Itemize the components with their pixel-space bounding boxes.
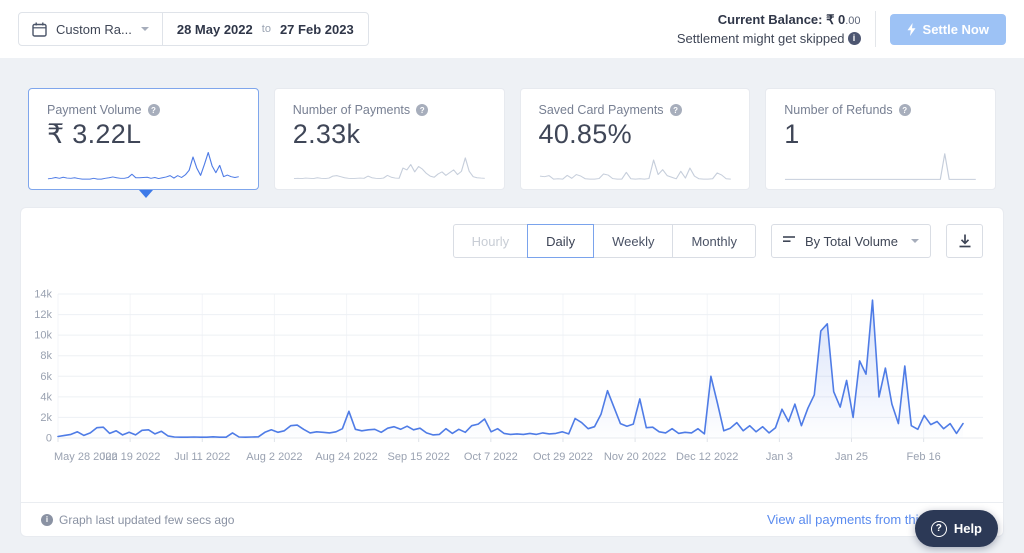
settlement-note-text: Settlement might get skipped xyxy=(676,31,845,46)
tab-hourly[interactable]: Hourly xyxy=(452,224,529,258)
card-title: Number of Refunds xyxy=(784,103,893,117)
svg-text:6k: 6k xyxy=(40,371,52,383)
graph-updated-status: i Graph last updated few secs ago xyxy=(41,513,234,527)
date-separator: to xyxy=(261,23,271,35)
svg-text:Feb 16: Feb 16 xyxy=(907,451,941,463)
svg-text:0: 0 xyxy=(46,433,52,445)
granularity-tabs: Hourly Daily Weekly Monthly xyxy=(452,224,756,258)
balance-text: Current Balance: ₹ 0.00 Settlement might… xyxy=(677,11,861,47)
settle-now-button[interactable]: Settle Now xyxy=(889,13,1006,45)
sparkline xyxy=(47,151,239,180)
download-button[interactable] xyxy=(946,224,983,258)
svg-text:Nov 20 2022: Nov 20 2022 xyxy=(604,451,666,463)
svg-text:10k: 10k xyxy=(34,330,52,342)
settlement-note: Settlement might get skipped i xyxy=(677,30,861,47)
card-title: Number of Payments xyxy=(292,103,411,117)
help-label: Help xyxy=(953,521,982,536)
question-icon: ? xyxy=(930,520,947,537)
divider xyxy=(874,11,876,47)
svg-text:14k: 14k xyxy=(34,289,52,301)
date-range-picker[interactable]: Custom Ra... 28 May 2022 to 27 Feb 2023 xyxy=(18,12,369,46)
balance-area: Current Balance: ₹ 0.00 Settlement might… xyxy=(677,11,1006,47)
balance-decimals: .00 xyxy=(845,15,861,27)
help-icon[interactable]: ? xyxy=(669,104,682,116)
info-icon: i xyxy=(41,513,53,526)
date-preset-label: Custom Ra... xyxy=(56,21,132,37)
svg-text:Oct 29 2022: Oct 29 2022 xyxy=(533,451,593,463)
settle-now-label: Settle Now xyxy=(922,21,989,37)
download-icon xyxy=(959,234,970,248)
help-button[interactable]: ? Help xyxy=(914,510,998,547)
date-start: 28 May 2022 xyxy=(176,21,253,37)
sort-dropdown[interactable]: By Total Volume xyxy=(771,224,931,258)
sparkline xyxy=(293,157,485,180)
topbar: Custom Ra... 28 May 2022 to 27 Feb 2023 … xyxy=(0,0,1024,58)
chart-panel: Hourly Daily Weekly Monthly By Total Vol… xyxy=(20,207,1004,537)
main-chart[interactable]: May 28 2022 Jun 19 2022 Jul 11 2022 Aug 2 2… xyxy=(21,288,1003,476)
tab-monthly[interactable]: Monthly xyxy=(672,224,756,258)
balance-amount: ₹ 0 xyxy=(826,12,846,27)
card-title: Saved Card Payments xyxy=(538,103,664,117)
active-card-caret xyxy=(139,190,153,198)
graph-updated-text: Graph last updated few secs ago xyxy=(59,512,235,527)
svg-text:Jan 25: Jan 25 xyxy=(835,451,868,463)
sort-dropdown-label: By Total Volume xyxy=(805,233,898,249)
bolt-icon xyxy=(907,22,916,36)
svg-text:Dec 12 2022: Dec 12 2022 xyxy=(676,451,738,463)
view-all-payments-link[interactable]: View all payments from this xyxy=(767,512,925,527)
svg-text:12k: 12k xyxy=(34,309,52,321)
tab-daily[interactable]: Daily xyxy=(527,224,595,258)
card-number-of-refunds[interactable]: Number of Refunds ? 1 xyxy=(765,88,996,190)
card-value: 2.33k xyxy=(292,119,361,149)
help-icon[interactable]: ? xyxy=(898,104,911,116)
date-end: 27 Feb 2023 xyxy=(279,21,354,37)
svg-text:2k: 2k xyxy=(40,412,52,424)
svg-text:Aug 2 2022: Aug 2 2022 xyxy=(246,451,302,463)
info-icon[interactable]: i xyxy=(847,32,861,45)
svg-text:Aug 24 2022: Aug 24 2022 xyxy=(315,451,377,463)
card-value: 40.85% xyxy=(538,119,632,149)
calendar-icon xyxy=(32,22,47,37)
svg-text:Jul 11 2022: Jul 11 2022 xyxy=(174,451,230,463)
svg-text:8k: 8k xyxy=(40,350,52,362)
date-preset-selector[interactable]: Custom Ra... xyxy=(19,13,162,45)
chevron-down-icon xyxy=(140,27,149,31)
svg-text:Jun 19 2022: Jun 19 2022 xyxy=(100,451,161,463)
current-balance: Current Balance: ₹ 0.00 xyxy=(677,11,861,30)
panel-footer: i Graph last updated few secs ago View a… xyxy=(21,502,1003,536)
sparkline xyxy=(785,153,977,180)
help-icon[interactable]: ? xyxy=(416,104,429,116)
tab-weekly[interactable]: Weekly xyxy=(593,224,674,258)
stat-cards-row: Payment Volume ? ₹ 3.22L Number of Payme… xyxy=(0,88,1024,198)
card-value: 1 xyxy=(784,119,800,149)
chart-controls: Hourly Daily Weekly Monthly By Total Vol… xyxy=(21,208,1003,258)
card-saved-card-payments[interactable]: Saved Card Payments ? 40.85% xyxy=(519,88,751,190)
svg-text:Jan 3: Jan 3 xyxy=(766,451,793,463)
date-range-values[interactable]: 28 May 2022 to 27 Feb 2023 xyxy=(161,13,368,45)
svg-text:Sep 15 2022: Sep 15 2022 xyxy=(387,451,449,463)
card-payment-volume[interactable]: Payment Volume ? ₹ 3.22L xyxy=(28,88,259,190)
sparkline xyxy=(539,159,731,180)
svg-text:Oct 7 2022: Oct 7 2022 xyxy=(464,451,518,463)
svg-text:4k: 4k xyxy=(40,391,52,403)
card-value: ₹ 3.22L xyxy=(47,119,142,149)
chevron-down-icon xyxy=(911,239,919,243)
card-number-of-payments[interactable]: Number of Payments ? 2.33k xyxy=(273,88,505,190)
help-icon[interactable]: ? xyxy=(147,104,160,116)
sort-icon xyxy=(783,236,795,242)
card-title: Payment Volume xyxy=(47,103,142,117)
balance-label: Current Balance: xyxy=(717,12,823,27)
